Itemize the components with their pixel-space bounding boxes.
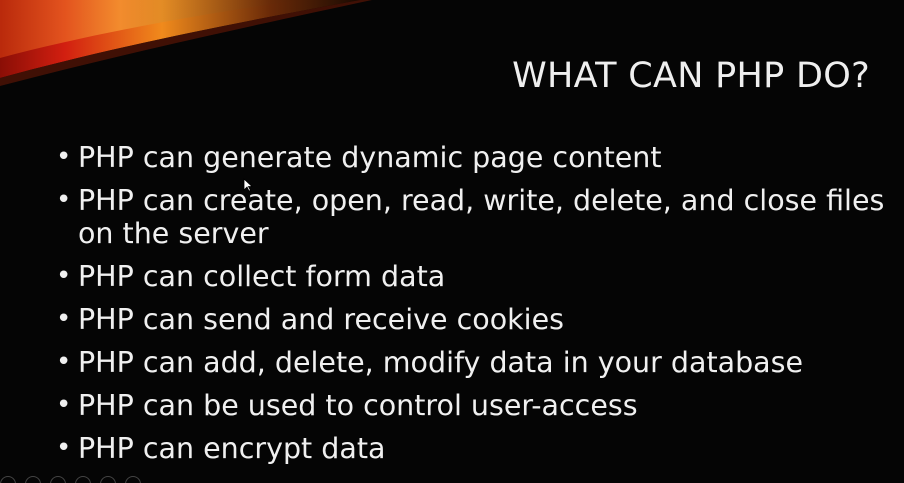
list-item: • PHP can encrypt data <box>56 432 886 465</box>
bullet-icon: • <box>56 304 72 334</box>
list-item: • PHP can send and receive cookies <box>56 303 886 336</box>
list-item: • PHP can collect form data <box>56 260 886 293</box>
bullet-text: PHP can create, open, read, write, delet… <box>78 184 885 250</box>
zoom-icon[interactable] <box>100 476 117 483</box>
more-options-icon[interactable] <box>125 476 142 483</box>
slides-grid-icon[interactable] <box>75 476 92 483</box>
list-item: • PHP can create, open, read, write, del… <box>56 184 886 250</box>
bullet-text: PHP can encrypt data <box>78 432 386 465</box>
bullet-icon: • <box>56 390 72 420</box>
bullet-icon: • <box>56 261 72 291</box>
bullet-icon: • <box>56 347 72 377</box>
bullet-text: PHP can add, delete, modify data in your… <box>78 346 804 379</box>
bullet-text: PHP can be used to control user-access <box>78 389 638 422</box>
bullet-text: PHP can send and receive cookies <box>78 303 564 336</box>
slide-title: WHAT CAN PHP DO? <box>512 56 870 96</box>
bullet-icon: • <box>56 185 72 215</box>
bullet-text: PHP can collect form data <box>78 260 446 293</box>
next-slide-icon[interactable] <box>25 476 42 483</box>
pen-icon[interactable] <box>50 476 67 483</box>
bullet-icon: • <box>56 433 72 463</box>
list-item: • PHP can be used to control user-access <box>56 389 886 422</box>
bullet-list: • PHP can generate dynamic page content … <box>56 141 886 475</box>
bullet-text: PHP can generate dynamic page content <box>78 141 662 174</box>
bullet-icon: • <box>56 142 72 172</box>
mouse-pointer-icon <box>243 178 253 192</box>
list-item: • PHP can add, delete, modify data in yo… <box>56 346 886 379</box>
presentation-slide: WHAT CAN PHP DO? • PHP can generate dyna… <box>0 0 904 483</box>
previous-slide-icon[interactable] <box>0 476 16 483</box>
list-item: • PHP can generate dynamic page content <box>56 141 886 174</box>
slide-controls[interactable] <box>0 475 160 483</box>
